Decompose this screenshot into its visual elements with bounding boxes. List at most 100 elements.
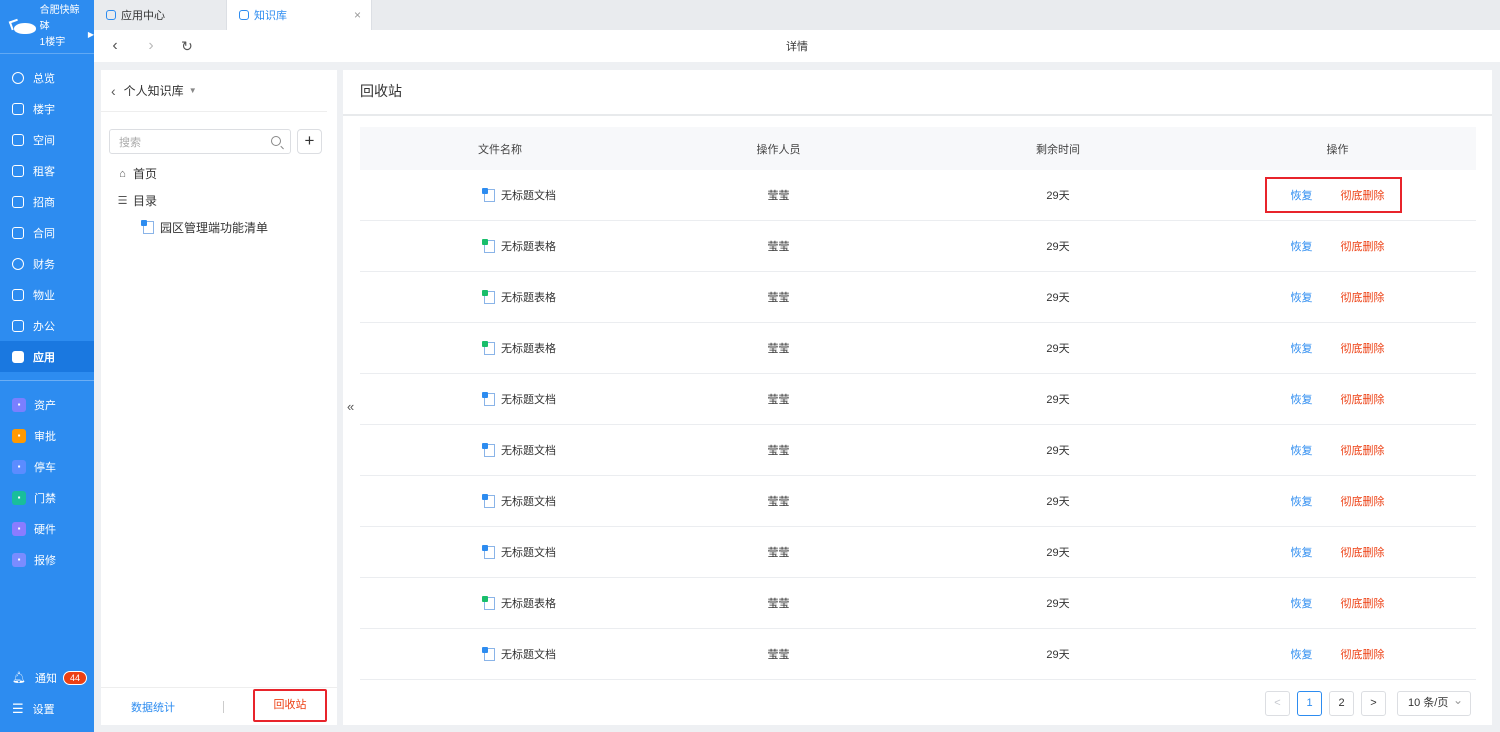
restore-button[interactable]: 恢复 — [1291, 595, 1313, 611]
nav-item-3[interactable]: 租客 — [0, 155, 94, 186]
add-button[interactable]: + — [297, 129, 322, 154]
nav-item-0[interactable]: 总览 — [0, 62, 94, 93]
nav-item-4[interactable]: 招商 — [0, 186, 94, 217]
nav-item-7[interactable]: 物业 — [0, 279, 94, 310]
operator-cell: 莹莹 — [767, 241, 790, 253]
tag-icon — [12, 195, 24, 208]
tab-knowledge-base[interactable]: 知识库 × — [227, 0, 372, 30]
tree-item-catalog[interactable]: ☰ 目录 — [101, 187, 337, 214]
next-page-button[interactable]: > — [1361, 691, 1386, 716]
tenant-icon — [12, 164, 24, 177]
purge-button[interactable]: 彻底删除 — [1341, 442, 1385, 458]
back-button[interactable]: ‹ — [100, 37, 130, 55]
purge-button[interactable]: 彻底删除 — [1341, 595, 1385, 611]
search-icon[interactable] — [271, 136, 281, 146]
file-name-cell: 无标题表格 — [360, 340, 640, 356]
nav-app-0[interactable]: ▪ 资产 — [0, 389, 94, 420]
purge-button[interactable]: 彻底删除 — [1341, 544, 1385, 560]
app-icon: ▪ — [12, 490, 26, 505]
file-name-cell: 无标题表格 — [360, 289, 640, 305]
brand-switcher[interactable]: 合肥快鲸砵 1楼宇 ▶ — [0, 0, 94, 54]
kb-selector[interactable]: ‹ 个人知识库 ▼ — [101, 70, 327, 112]
file-name: 无标题文档 — [501, 190, 556, 202]
nav-item-settings[interactable]: ☰ 设置 — [0, 693, 94, 724]
finance-icon — [12, 257, 24, 270]
nav-item-8[interactable]: 办公 — [0, 310, 94, 341]
restore-button[interactable]: 恢复 — [1291, 391, 1313, 407]
nav-app-label: 资产 — [34, 399, 56, 412]
collapse-panel-button[interactable]: « — [347, 399, 354, 414]
nav-settings-label: 设置 — [32, 703, 55, 716]
purge-button[interactable]: 彻底删除 — [1341, 340, 1385, 356]
nav-app-1[interactable]: ▪ 审批 — [0, 420, 94, 451]
col-header-remaining: 剩余时间 — [1036, 143, 1080, 156]
nav-notify-label: 通知 — [34, 672, 57, 685]
purge-button[interactable]: 彻底删除 — [1341, 187, 1385, 203]
nav-item-9[interactable]: 应用 — [0, 341, 94, 372]
remaining-cell: 29天 — [1046, 649, 1070, 661]
nav-item-1[interactable]: 楼宇 — [0, 93, 94, 124]
refresh-button[interactable]: ↻ — [172, 38, 202, 55]
remaining-cell: 29天 — [1046, 241, 1070, 253]
close-icon[interactable]: × — [354, 8, 361, 22]
table-row: 无标题文档 莹莹 29天 恢复 彻底删除 — [360, 374, 1476, 425]
contract-icon — [12, 226, 24, 239]
nav-app-label: 审批 — [34, 430, 56, 443]
purge-button[interactable]: 彻底删除 — [1341, 289, 1385, 305]
restore-button[interactable]: 恢复 — [1291, 442, 1313, 458]
forward-button[interactable]: › — [136, 37, 166, 55]
app-center-icon — [106, 10, 116, 20]
operator-cell: 莹莹 — [767, 649, 790, 661]
tab-app-center[interactable]: 应用中心 — [94, 0, 227, 30]
nav-item-5[interactable]: 合同 — [0, 217, 94, 248]
nav-item-2[interactable]: 空间 — [0, 124, 94, 155]
restore-button[interactable]: 恢复 — [1291, 340, 1313, 356]
page-1-button[interactable]: 1 — [1297, 691, 1322, 716]
search-input[interactable]: 搜索 — [109, 129, 291, 154]
restore-button[interactable]: 恢复 — [1291, 646, 1313, 662]
table-row: 无标题文档 莹莹 29天 恢复 彻底删除 — [360, 170, 1476, 221]
page-title: 详情 — [786, 41, 808, 53]
document-icon — [482, 391, 495, 406]
chevron-left-icon[interactable]: ‹ — [111, 83, 116, 99]
nav-app-5[interactable]: ▪ 报修 — [0, 544, 94, 575]
page-2-button[interactable]: 2 — [1329, 691, 1354, 716]
file-name-cell: 无标题文档 — [360, 442, 640, 458]
file-name-cell: 无标题表格 — [360, 595, 640, 611]
prev-page-button[interactable]: < — [1265, 691, 1290, 716]
file-name-cell: 无标题文档 — [360, 646, 640, 662]
purge-button[interactable]: 彻底删除 — [1341, 646, 1385, 662]
purge-button[interactable]: 彻底删除 — [1341, 238, 1385, 254]
operator-cell: 莹莹 — [767, 190, 790, 202]
nav-app-3[interactable]: ▪ 门禁 — [0, 482, 94, 513]
actions-cell: 恢复 彻底删除 — [1199, 493, 1476, 509]
tree-item-home[interactable]: ⌂ 首页 — [101, 160, 337, 187]
notify-count-badge: 44 — [62, 670, 87, 685]
col-header-actions: 操作 — [1326, 143, 1349, 156]
nav-item-label: 总览 — [33, 72, 55, 85]
restore-button[interactable]: 恢复 — [1291, 544, 1313, 560]
actions-cell: 恢复 彻底删除 — [1199, 238, 1476, 254]
nav-app-4[interactable]: ▪ 硬件 — [0, 513, 94, 544]
data-stats-link[interactable]: 数据统计 — [101, 699, 205, 715]
restore-button[interactable]: 恢复 — [1291, 493, 1313, 509]
restore-button[interactable]: 恢复 — [1291, 187, 1313, 203]
recycle-bin-link[interactable]: 回收站 — [253, 689, 327, 722]
operator-cell: 莹莹 — [767, 598, 790, 610]
tree-item-doc[interactable]: 园区管理端功能清单 — [101, 214, 337, 241]
nav-item-label: 合同 — [33, 227, 55, 240]
tree-label: 首页 — [133, 167, 158, 181]
nav-app-2[interactable]: ▪ 停车 — [0, 451, 94, 482]
nav-item-notify[interactable]: 🔔︎ 通知 44 — [0, 662, 94, 693]
page-size-select[interactable]: 10 条/页 — [1397, 689, 1471, 716]
spreadsheet-icon — [482, 595, 495, 610]
brand-building: 1楼宇 — [39, 36, 66, 48]
bell-icon: 🔔︎ — [12, 672, 26, 684]
restore-button[interactable]: 恢复 — [1291, 238, 1313, 254]
app-icon: ▪ — [12, 552, 26, 567]
nav-item-6[interactable]: 财务 — [0, 248, 94, 279]
remaining-cell: 29天 — [1046, 343, 1070, 355]
purge-button[interactable]: 彻底删除 — [1341, 493, 1385, 509]
purge-button[interactable]: 彻底删除 — [1341, 391, 1385, 407]
restore-button[interactable]: 恢复 — [1291, 289, 1313, 305]
